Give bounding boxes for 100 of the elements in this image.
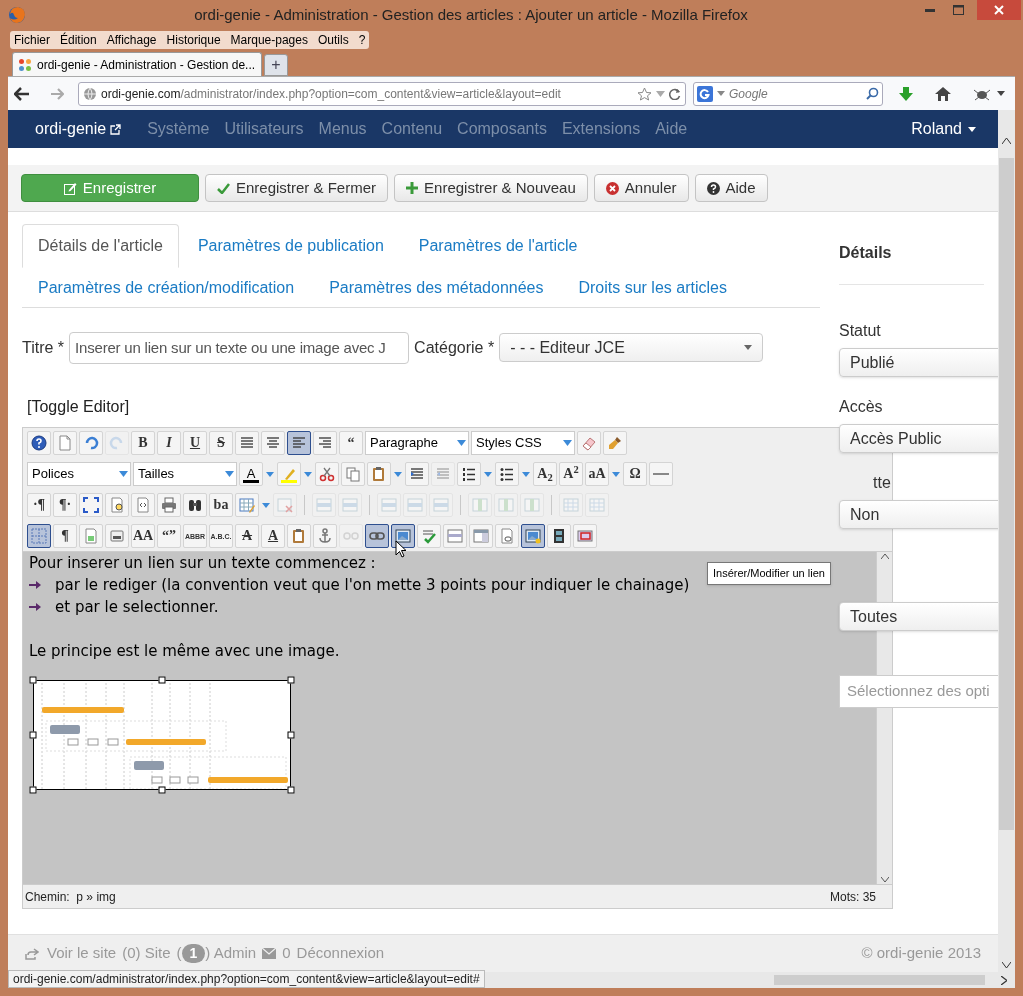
style-dropdown[interactable]: Styles CSS <box>471 431 575 455</box>
forward-arrow-icon[interactable] <box>50 87 64 100</box>
search-input[interactable]: Google <box>729 84 862 103</box>
nav-item[interactable]: Extensions <box>561 117 641 141</box>
style-dropdown[interactable]: Paragraphe <box>365 431 469 455</box>
title-input[interactable]: Inserer un lien sur un texte ou une image avec J <box>69 331 410 364</box>
toolbar-button[interactable]: “ <box>339 431 363 455</box>
brush-icon <box>607 435 623 451</box>
toolbar-button[interactable]: “” <box>157 524 181 548</box>
download-arrow-icon[interactable] <box>899 85 913 102</box>
copyright: © ordi-genie 2013 <box>861 943 981 964</box>
scroll-right-icon[interactable] <box>1001 975 1007 985</box>
toolbar-button[interactable]: A <box>261 524 285 548</box>
browser-tab[interactable]: ordi-genie - Administration - Gestion de... <box>12 52 262 76</box>
menu-item[interactable]: Outils <box>317 31 349 49</box>
indent-icon <box>409 466 425 482</box>
user-menu[interactable]: Roland <box>911 117 976 141</box>
select-field[interactable]: Publié <box>839 348 998 377</box>
dropdown-arrow-icon <box>563 440 572 446</box>
check-icon <box>217 182 230 194</box>
style-dropdown[interactable]: Polices <box>27 462 131 486</box>
nav-item[interactable]: Aide <box>655 117 688 141</box>
select-field[interactable]: Accès Public <box>839 424 998 453</box>
search-field[interactable]: Google <box>693 81 883 106</box>
status-url: ordi-genie.com/administrator/index.php?option=com_content&view=article&layout=edit# <box>8 970 485 988</box>
toolbar-button[interactable]: A$^{2}$ <box>559 462 583 486</box>
scroll-down-icon[interactable] <box>880 877 889 882</box>
toolbar-button[interactable]: A <box>235 524 259 548</box>
tab[interactable]: Droits sur les articles <box>562 274 743 301</box>
style-dropdown[interactable]: Tailles <box>133 462 237 486</box>
toolbar-action-button[interactable]: Enregistrer & Fermer <box>205 174 389 202</box>
nav-item[interactable]: Composants <box>457 117 547 141</box>
scroll-down-icon[interactable] <box>1002 962 1011 968</box>
toolbar-button[interactable]: S <box>209 431 233 455</box>
close-button[interactable] <box>977 0 1021 20</box>
tab[interactable]: Paramètres de création/modification <box>22 274 311 301</box>
dropdown-arrow-icon <box>119 471 128 477</box>
tab[interactable]: Paramètres de publication <box>181 224 400 267</box>
tab[interactable]: Paramètres des métadonnées <box>313 274 560 301</box>
home-icon[interactable] <box>935 86 951 101</box>
search-icon[interactable] <box>866 87 879 100</box>
toolbar-button[interactable]: aA <box>585 462 609 486</box>
url-field[interactable]: ordi-genie.com/administrator/index.php?option=com_content&view=article&layout=edit <box>78 81 686 106</box>
tab[interactable]: Détails de l'article <box>22 224 179 268</box>
toolbar-button[interactable] <box>391 524 415 548</box>
resize-handle[interactable] <box>29 786 37 794</box>
new-tab-button[interactable]: + <box>264 54 288 76</box>
menu-item[interactable]: Historique <box>166 31 221 49</box>
dropdown-arrow-icon[interactable] <box>656 90 665 97</box>
toolbar-action-button[interactable]: Aide <box>694 174 768 202</box>
horizontal-scrollbar[interactable] <box>774 975 985 985</box>
toolbar-button[interactable]: I <box>157 431 181 455</box>
nav-item[interactable]: Utilisateurs <box>224 117 304 141</box>
arrow-bullet-icon <box>29 602 41 612</box>
nav-item[interactable]: Contenu <box>381 117 443 141</box>
tab[interactable]: Paramètres de l'article <box>402 224 594 267</box>
toolbar-button[interactable]: ·¶ <box>27 493 51 517</box>
menu-item[interactable]: Fichier <box>14 31 50 49</box>
resize-handle[interactable] <box>158 786 166 794</box>
toolbar-button[interactable]: ¶ <box>53 524 77 548</box>
brand-link[interactable]: ordi-genie <box>35 117 122 141</box>
nav-item[interactable]: Menus <box>318 117 367 141</box>
clipboard-icon <box>371 466 387 482</box>
toolbar-button[interactable] <box>521 524 545 548</box>
align-justify-icon <box>239 435 255 451</box>
menu-item[interactable]: Affichage <box>106 31 157 49</box>
nav-item[interactable]: Système <box>147 117 210 141</box>
resize-handle[interactable] <box>29 676 37 684</box>
toolbar-button[interactable]: AA <box>131 524 155 548</box>
category-select[interactable]: - - - Editeur JCE <box>499 333 764 362</box>
menu-item[interactable]: ? <box>358 31 366 49</box>
toolbar-button[interactable]: A$_{2}$ <box>533 462 557 486</box>
resize-handle[interactable] <box>287 731 295 739</box>
scrollbar[interactable] <box>998 110 1015 972</box>
color-button[interactable]: A <box>239 462 263 486</box>
toolbar-button[interactable]: U <box>183 431 207 455</box>
menu-item[interactable]: Marque-pages <box>230 31 308 49</box>
color-button[interactable] <box>277 462 301 486</box>
reload-icon[interactable] <box>669 87 681 100</box>
scroll-up-icon[interactable] <box>1002 138 1011 144</box>
select-field[interactable]: Non <box>839 500 998 529</box>
toolbar-action-button[interactable]: Enregistrer & Nouveau <box>394 174 588 202</box>
toolbar-button[interactable]: ¶· <box>53 493 77 517</box>
star-icon[interactable] <box>637 86 652 101</box>
toolbar-button[interactable]: B <box>131 431 155 455</box>
menu-item[interactable]: Édition <box>60 31 97 49</box>
envelope-icon <box>262 948 277 959</box>
resize-handle[interactable] <box>287 786 295 794</box>
resize-handle[interactable] <box>29 731 37 739</box>
back-arrow-icon[interactable] <box>14 86 30 101</box>
toolbar-button[interactable]: ba <box>209 493 233 517</box>
admin-count: ) Admin <box>205 943 257 964</box>
toolbar-action-button[interactable]: Annuler <box>593 174 689 202</box>
resize-handle[interactable] <box>287 676 295 684</box>
toggle-editor-link[interactable]: [Toggle Editor] <box>27 398 130 415</box>
maximize-icon[interactable] <box>953 5 964 15</box>
toolbar-button[interactable]: Ω <box>623 462 647 486</box>
scroll-up-icon[interactable] <box>880 554 889 559</box>
select-field[interactable]: Toutes <box>839 602 998 631</box>
resize-handle[interactable] <box>158 676 166 684</box>
